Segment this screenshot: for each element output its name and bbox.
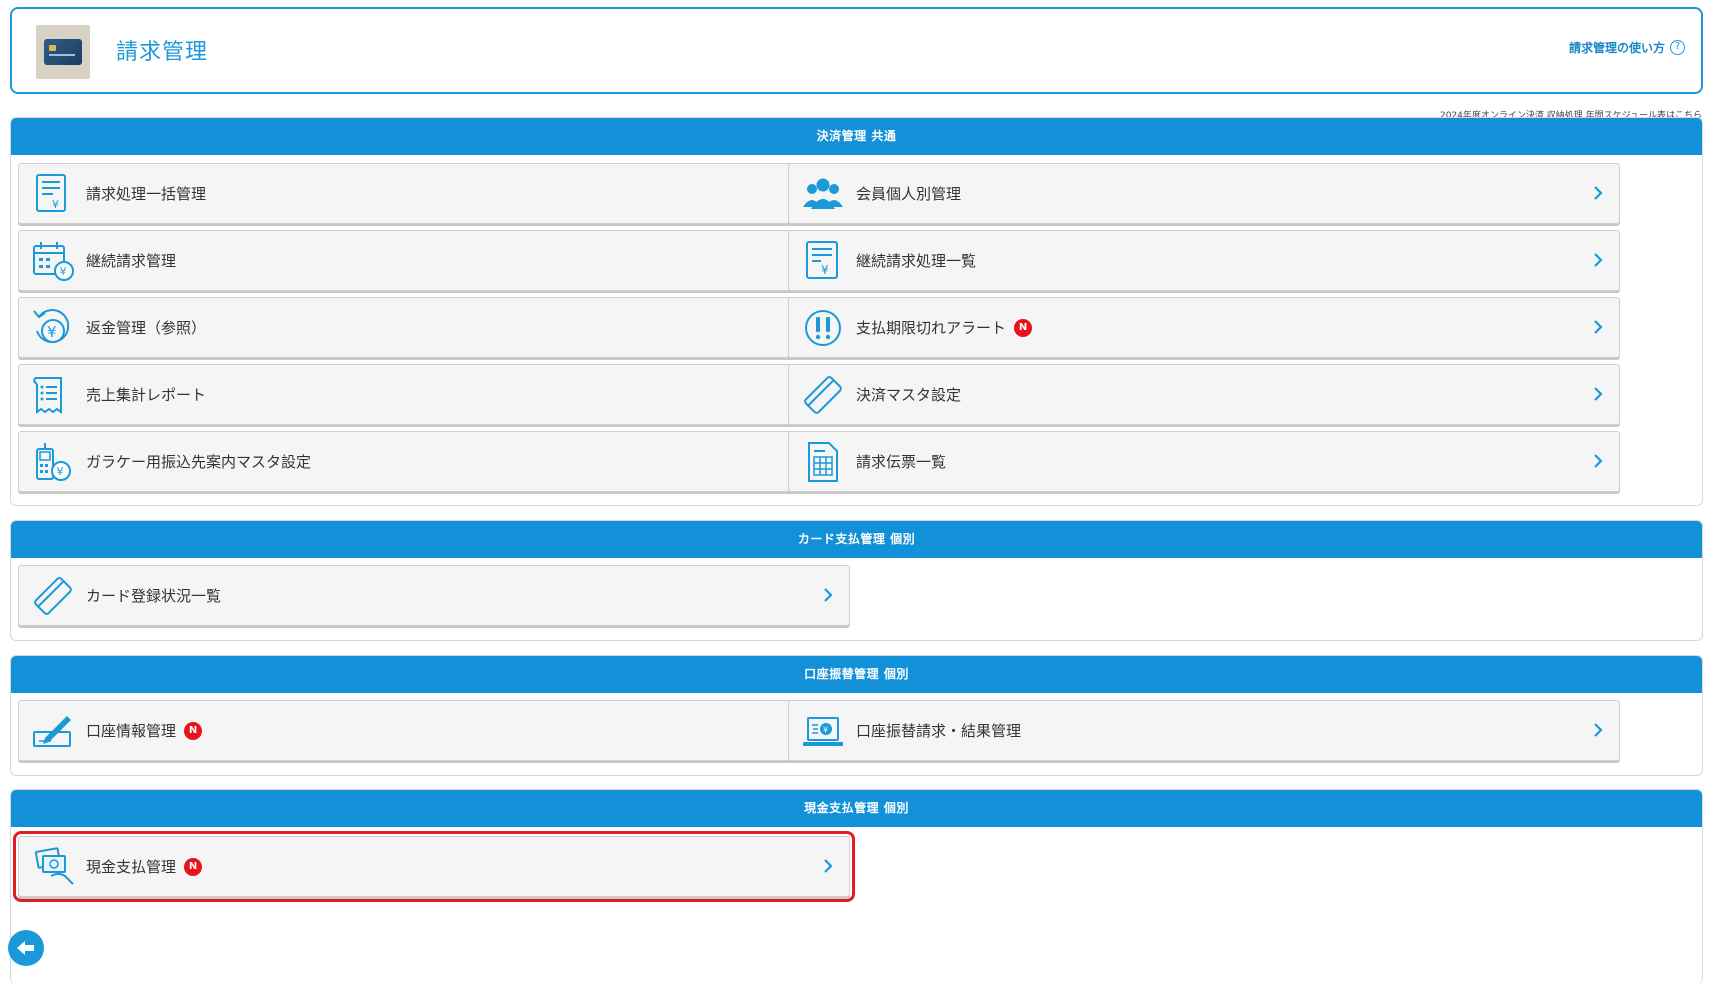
chevron-right-icon: [824, 859, 833, 873]
alert-icon: [805, 310, 841, 346]
back-arrow-icon: [17, 941, 34, 955]
check-pen-icon: [33, 716, 71, 747]
menu-item-recurring-list[interactable]: ¥ 継続請求処理一覧: [788, 230, 1620, 291]
menu-item-label: 返金管理（参照）: [86, 319, 207, 337]
chevron-right-icon: [1594, 320, 1603, 334]
section-title: 決済管理 共通: [11, 118, 1702, 155]
menu-item-label: 現金支払管理: [86, 858, 177, 876]
document-yen-icon: ¥: [806, 241, 838, 279]
credit-card-thumbnail: [36, 25, 90, 79]
card-icon: [34, 577, 72, 615]
menu-item-label: 請求伝票一覧: [856, 453, 947, 471]
menu-item-label: 口座振替請求・結果管理: [856, 722, 1022, 740]
menu-item-invoice-slips[interactable]: 請求伝票一覧: [788, 431, 1620, 492]
menu-item-refund[interactable]: ¥ 返金管理（参照）: [18, 297, 850, 358]
feature-phone-yen-icon: ¥: [36, 443, 71, 481]
new-badge: N: [184, 721, 203, 740]
laptop-yen-icon: ¥: [803, 717, 843, 746]
back-arrow-button[interactable]: [8, 930, 44, 966]
svg-text:¥: ¥: [52, 198, 59, 211]
chevron-right-icon: [1594, 387, 1603, 401]
section-title: カード支払管理 個別: [11, 521, 1702, 558]
chevron-right-icon: [1594, 723, 1603, 737]
card-icon: [804, 376, 842, 414]
menu-item-label: 売上集計レポート: [86, 386, 207, 404]
menu-item-feature-phone-transfer[interactable]: ¥ ガラケー用振込先案内マスタ設定: [18, 431, 850, 492]
menu-item-label: 請求処理一括管理: [86, 185, 207, 203]
refund-yen-icon: ¥: [33, 309, 70, 344]
svg-text:¥: ¥: [60, 265, 67, 278]
menu-item-card-registration-list[interactable]: カード登録状況一覧: [18, 565, 850, 626]
page-title: 請求管理: [116, 40, 209, 65]
svg-text:¥: ¥: [823, 726, 828, 735]
help-link[interactable]: 請求管理の使い方 ?: [1569, 39, 1685, 56]
help-link-label: 請求管理の使い方: [1568, 41, 1665, 55]
menu-item-label: 継続請求管理: [86, 252, 177, 270]
menu-item-transfer-billing-results[interactable]: ¥ 口座振替請求・結果管理: [788, 700, 1620, 761]
menu-item-cash-payment[interactable]: 現金支払管理 N: [13, 831, 855, 902]
section-title: 口座振替管理 個別: [11, 656, 1702, 693]
menu-item-recurring-billing[interactable]: ¥ 継続請求管理: [18, 230, 850, 291]
section-payment-common: 決済管理 共通 ¥ 請求処理一括管理 会員個人別管理 ¥ 継続請求管理 ¥ 継続…: [10, 117, 1703, 506]
menu-item-billing-batch[interactable]: ¥ 請求処理一括管理: [18, 163, 850, 224]
calendar-yen-icon: ¥: [33, 242, 74, 281]
section-title: 現金支払管理 個別: [11, 790, 1702, 827]
menu-item-payment-master[interactable]: 決済マスタ設定: [788, 364, 1620, 425]
menu-item-member-individual[interactable]: 会員個人別管理: [788, 163, 1620, 224]
invoice-yen-icon: ¥: [36, 174, 66, 212]
section-account-transfer: 口座振替管理 個別 口座情報管理 N ¥ 口座振替請求・結果管理: [10, 655, 1703, 776]
menu-item-label: カード登録状況一覧: [86, 587, 222, 605]
new-badge: N: [1014, 318, 1033, 337]
menu-item-label: ガラケー用振込先案内マスタ設定: [86, 453, 312, 471]
chevron-right-icon: [1594, 253, 1603, 267]
menu-item-label: 口座情報管理: [86, 722, 177, 740]
menu-item-label: 継続請求処理一覧: [856, 252, 977, 270]
chevron-right-icon: [1594, 454, 1603, 468]
page-header: 請求管理 請求管理の使い方 ?: [10, 7, 1703, 94]
svg-text:¥: ¥: [47, 323, 57, 341]
question-icon: ?: [1670, 40, 1685, 55]
menu-item-label: 決済マスタ設定: [856, 386, 962, 404]
slip-icon: [808, 442, 838, 482]
chevron-right-icon: [1594, 186, 1603, 200]
report-icon: [33, 377, 62, 414]
section-cash-payment: 現金支払管理 個別 現金支払管理 N: [10, 789, 1703, 984]
menu-item-label: 支払期限切れアラート: [856, 319, 1007, 337]
menu-item-account-info[interactable]: 口座情報管理 N: [18, 700, 850, 761]
menu-item-label: 会員個人別管理: [856, 185, 962, 203]
cash-hand-icon: [34, 847, 74, 885]
menu-item-payment-expired-alert[interactable]: 支払期限切れアラート N: [788, 297, 1620, 358]
svg-text:¥: ¥: [57, 465, 64, 478]
chevron-right-icon: [824, 588, 833, 602]
members-icon: [803, 178, 843, 209]
section-card-payment: カード支払管理 個別 カード登録状況一覧: [10, 520, 1703, 641]
new-badge: N: [184, 857, 203, 876]
menu-item-sales-report[interactable]: 売上集計レポート: [18, 364, 850, 425]
svg-text:¥: ¥: [821, 263, 829, 277]
